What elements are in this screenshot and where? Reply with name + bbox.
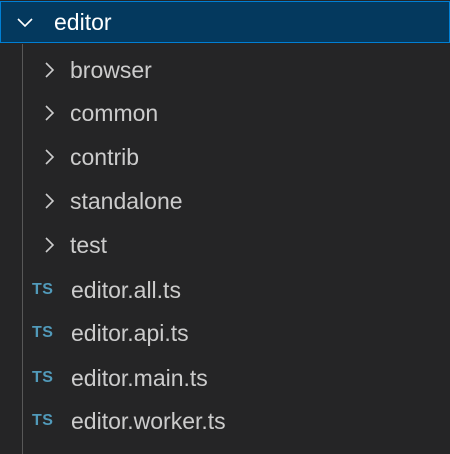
chevron-right-icon	[40, 91, 62, 135]
tree-folder-common[interactable]: common	[0, 91, 450, 135]
tree-file-editor-main[interactable]: TS editor.main.ts	[0, 356, 450, 400]
folder-label: common	[70, 100, 159, 126]
file-label: editor.all.ts	[71, 277, 181, 303]
file-label: editor.main.ts	[71, 365, 208, 391]
folder-label: standalone	[70, 188, 183, 214]
tree-folder-editor[interactable]: editor	[0, 1, 450, 43]
tree-file-editor-all[interactable]: TS editor.all.ts	[0, 268, 450, 312]
tree-file-editor-worker[interactable]: TS editor.worker.ts	[0, 399, 450, 443]
folder-label: contrib	[70, 144, 140, 170]
file-label: editor.worker.ts	[71, 408, 226, 434]
typescript-file-icon: TS	[32, 324, 54, 341]
chevron-down-icon	[15, 2, 37, 42]
tree-folder-contrib[interactable]: contrib	[0, 135, 450, 179]
typescript-file-icon: TS	[32, 369, 54, 386]
folder-label: editor	[54, 9, 112, 35]
tree-folder-standalone[interactable]: standalone	[0, 179, 450, 223]
tree-folder-test[interactable]: test	[0, 223, 450, 267]
tree-file-editor-api[interactable]: TS editor.api.ts	[0, 311, 450, 355]
file-label: editor.api.ts	[71, 320, 189, 346]
tree-folder-browser[interactable]: browser	[0, 48, 450, 92]
chevron-right-icon	[40, 48, 62, 92]
chevron-right-icon	[40, 179, 62, 223]
chevron-right-icon	[40, 135, 62, 179]
folder-label: test	[70, 232, 108, 258]
typescript-file-icon: TS	[32, 412, 54, 429]
folder-label: browser	[70, 57, 152, 83]
file-explorer-tree: editor browser common contrib standalone…	[0, 0, 450, 454]
typescript-file-icon: TS	[32, 281, 54, 298]
chevron-right-icon	[40, 223, 62, 267]
